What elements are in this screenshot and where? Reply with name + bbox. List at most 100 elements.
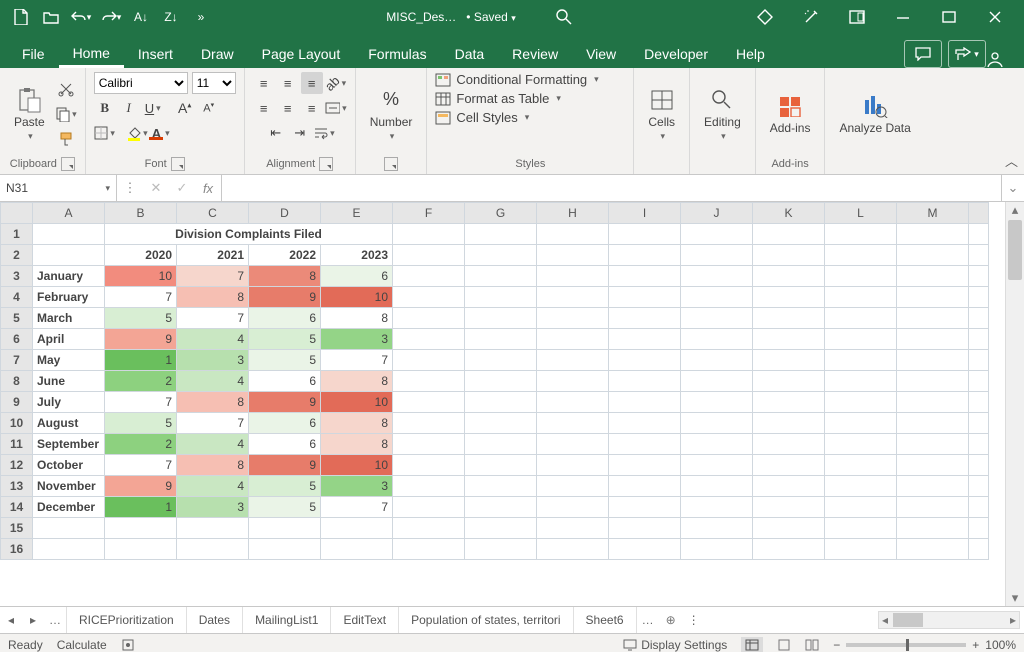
cell[interactable] [537,539,609,560]
cell[interactable] [609,455,681,476]
display-settings-button[interactable]: Display Settings [623,638,727,652]
qat-more-icon[interactable]: » [186,3,216,31]
tab-help[interactable]: Help [722,38,779,68]
expand-formula-icon[interactable]: ⌄ [1001,175,1024,201]
month-label[interactable]: March [33,308,105,329]
data-cell[interactable]: 10 [321,392,393,413]
data-cell[interactable]: 5 [249,350,321,371]
number-format-button[interactable]: % Number▾ [364,85,419,144]
year-header[interactable]: 2021 [177,245,249,266]
month-label[interactable]: December [33,497,105,518]
data-cell[interactable]: 1 [105,497,177,518]
row-header-8[interactable]: 8 [1,371,33,392]
search-icon[interactable] [556,9,572,25]
data-cell[interactable]: 5 [249,329,321,350]
cell[interactable] [681,518,753,539]
fill-color-button[interactable]: ▾ [126,122,148,144]
diamond-icon[interactable] [742,3,788,31]
tab-home[interactable]: Home [59,37,124,68]
data-cell[interactable]: 7 [177,308,249,329]
cell[interactable] [681,539,753,560]
tab-developer[interactable]: Developer [630,38,722,68]
data-cell[interactable]: 6 [321,266,393,287]
minimize-button[interactable] [880,3,926,31]
tab-view[interactable]: View [572,38,630,68]
cell[interactable] [105,518,177,539]
cell[interactable] [681,413,753,434]
data-cell[interactable]: 4 [177,476,249,497]
cell[interactable] [609,392,681,413]
data-cell[interactable]: 7 [105,287,177,308]
data-cell[interactable]: 5 [105,413,177,434]
wand-icon[interactable] [788,3,834,31]
cell[interactable] [753,329,825,350]
col-header-C[interactable]: C [177,203,249,224]
addins-button[interactable]: Add-ins [764,91,817,137]
scrollbar-thumb[interactable] [1008,220,1022,280]
data-cell[interactable]: 8 [321,434,393,455]
col-header-D[interactable]: D [249,203,321,224]
data-cell[interactable]: 6 [249,308,321,329]
cell[interactable] [609,287,681,308]
cell[interactable] [33,245,105,266]
collapse-ribbon-icon[interactable]: ︿ [1005,151,1018,170]
wrap-text-icon[interactable]: ▾ [313,122,335,144]
cell[interactable] [393,518,465,539]
cell[interactable] [753,350,825,371]
cell[interactable] [609,329,681,350]
alignment-launcher-icon[interactable] [319,157,333,171]
cell[interactable] [609,245,681,266]
col-header-H[interactable]: H [537,203,609,224]
scroll-left-icon[interactable]: ◂ [879,613,891,627]
cell[interactable] [825,434,897,455]
increase-indent-icon[interactable]: ⇥ [289,122,311,144]
col-header-M[interactable]: M [897,203,969,224]
scroll-right-icon[interactable]: ▸ [1007,613,1019,627]
row-header-15[interactable]: 15 [1,518,33,539]
year-header[interactable]: 2023 [321,245,393,266]
year-header[interactable]: 2022 [249,245,321,266]
col-header-L[interactable]: L [825,203,897,224]
cell[interactable] [321,539,393,560]
merge-button[interactable]: ▾ [325,97,347,119]
cell[interactable] [825,350,897,371]
cell[interactable] [393,497,465,518]
cell[interactable] [393,350,465,371]
row-header-2[interactable]: 2 [1,245,33,266]
macro-record-icon[interactable] [121,638,135,652]
cell[interactable] [825,287,897,308]
font-name-combo[interactable]: Calibri [94,72,188,94]
share-button[interactable]: ▾ [948,40,986,68]
data-cell[interactable]: 7 [105,392,177,413]
conditional-formatting-button[interactable]: Conditional Formatting▾ [435,72,598,87]
month-label[interactable]: June [33,371,105,392]
row-header-7[interactable]: 7 [1,350,33,371]
cell[interactable] [393,455,465,476]
align-left-icon[interactable]: ≡ [253,97,275,119]
sheet-tab[interactable]: EditText [331,607,399,633]
zoom-slider[interactable]: − + 100% [833,638,1016,652]
month-label[interactable]: February [33,287,105,308]
cell[interactable] [465,224,537,245]
cell[interactable] [753,518,825,539]
cell[interactable] [897,413,969,434]
undo-icon[interactable]: ▾ [66,3,96,31]
cell[interactable] [393,392,465,413]
month-label[interactable]: October [33,455,105,476]
cell[interactable] [681,224,753,245]
cell[interactable] [825,266,897,287]
data-cell[interactable]: 4 [177,371,249,392]
tab-overflow-icon[interactable]: … [637,613,659,627]
cell[interactable] [825,371,897,392]
cell[interactable] [681,308,753,329]
data-cell[interactable]: 6 [249,371,321,392]
col-header-I[interactable]: I [609,203,681,224]
cell[interactable] [897,287,969,308]
cell[interactable] [537,434,609,455]
col-header-A[interactable]: A [33,203,105,224]
cell[interactable] [681,245,753,266]
scroll-up-icon[interactable]: ▴ [1006,202,1024,218]
data-cell[interactable]: 3 [177,350,249,371]
cell[interactable] [825,224,897,245]
zoom-level[interactable]: 100% [985,638,1016,652]
